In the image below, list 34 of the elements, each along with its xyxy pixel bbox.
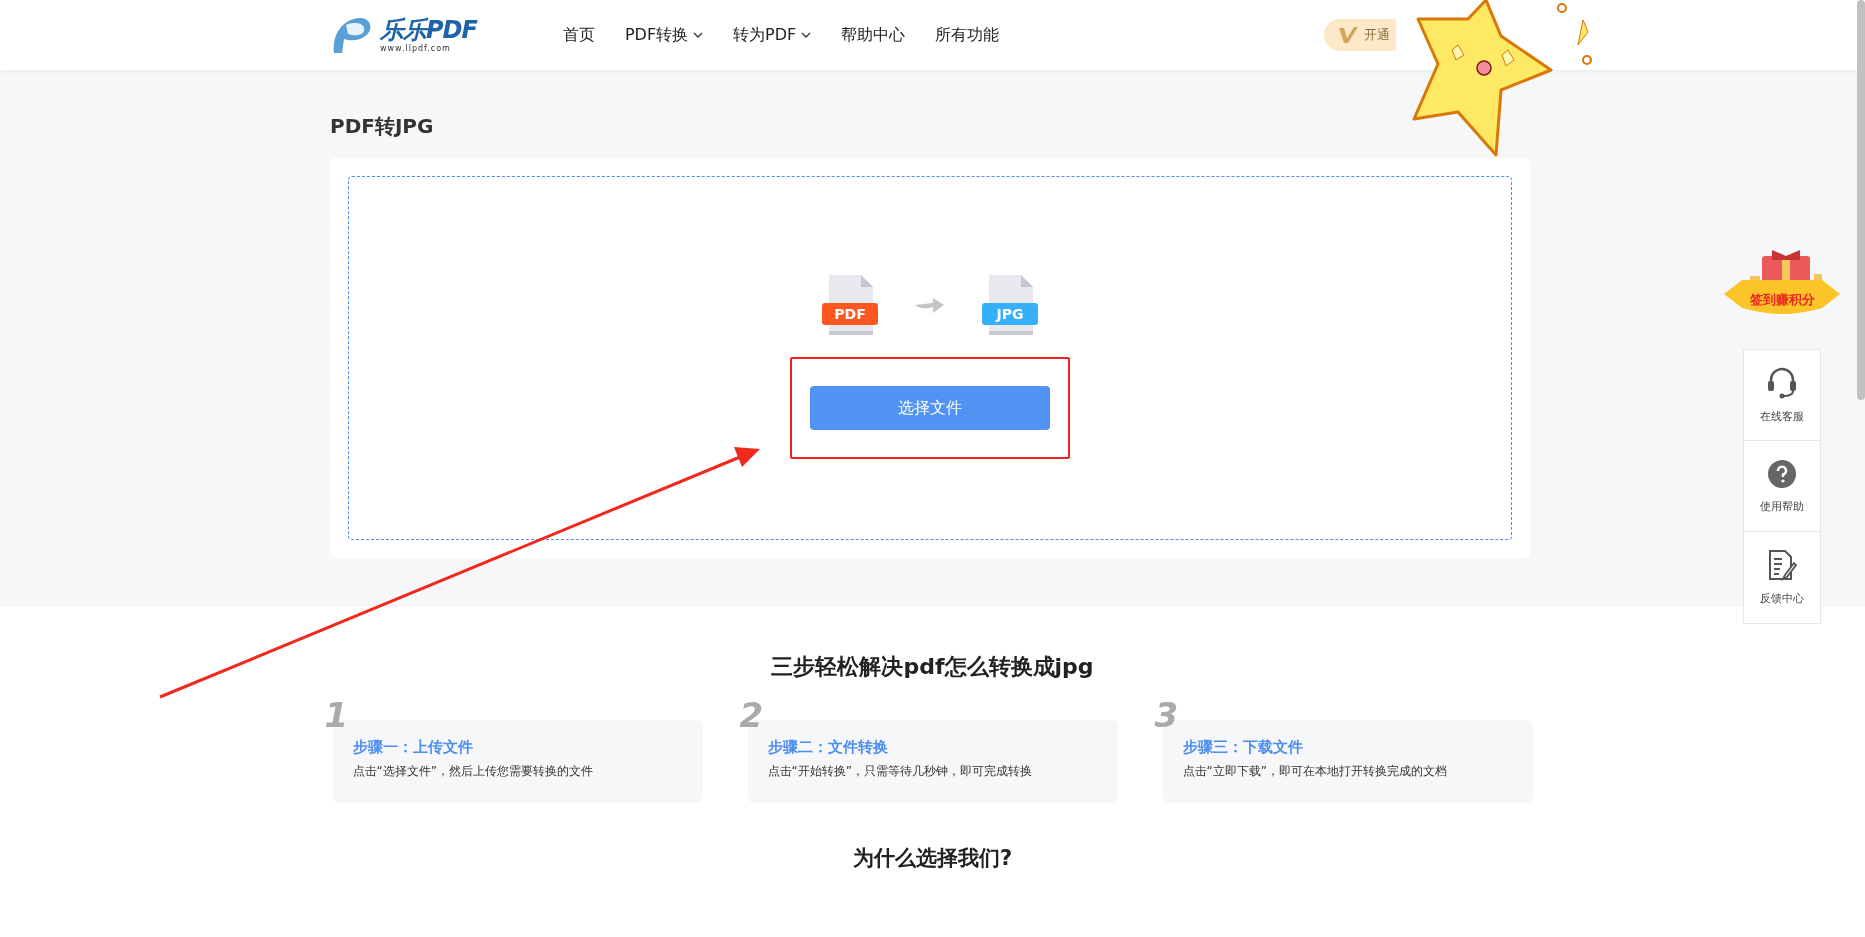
- nav-link[interactable]: 转为PDF: [733, 24, 812, 46]
- step-number: 2: [739, 698, 764, 732]
- side-tool-button[interactable]: 使用帮助: [1744, 441, 1820, 532]
- logo-url: www.llpdf.com: [380, 44, 452, 53]
- section-title: 三步轻松解决pdf怎么转换成jpg: [771, 653, 1094, 681]
- side-tool-label: 反馈中心: [1760, 591, 1804, 606]
- step-title: 步骤二：文件转换: [767, 738, 889, 757]
- vip-button[interactable]: 开通: [1324, 19, 1396, 51]
- chevron-down-icon: [693, 32, 704, 38]
- nav-link[interactable]: PDF转换: [624, 24, 704, 46]
- side-tool-label: 在线客服: [1760, 408, 1804, 424]
- headset-icon: [1767, 366, 1797, 399]
- chevron-down-icon: [801, 32, 812, 38]
- step-number: 3: [1154, 698, 1179, 732]
- nav-link[interactable]: 所有功能: [935, 24, 1000, 46]
- side-tool-button[interactable]: 反馈中心: [1744, 532, 1820, 623]
- section-title: 为什么选择我们?: [852, 845, 1013, 872]
- page-title: PDF转JPG: [330, 114, 435, 138]
- arrow-right-icon: [915, 298, 945, 314]
- step-title: 步骤一：上传文件: [352, 738, 474, 757]
- step-number: 1: [324, 698, 349, 732]
- step-description: 点击“选择文件”，然后上传您需要转换的文件: [352, 763, 594, 780]
- side-tool-label: 使用帮助: [1760, 498, 1804, 514]
- help-icon: [1767, 458, 1797, 489]
- step-description: 点击“开始转换”，只需等待几秒钟，即可完成转换: [767, 763, 1033, 780]
- side-tool-button[interactable]: 在线客服: [1744, 350, 1820, 441]
- document-edit-icon: [1767, 549, 1797, 581]
- nav-link[interactable]: 首页: [562, 24, 595, 46]
- vip-icon: [1338, 26, 1360, 44]
- step-description: 点击“立即下载”，即可在本地打开转换完成的文档: [1182, 763, 1448, 780]
- step-title: 步骤三：下载文件: [1182, 738, 1304, 757]
- scrollbar[interactable]: [1857, 0, 1865, 400]
- nav-link[interactable]: 帮助中心: [841, 24, 906, 46]
- logo-name: 乐乐PDF: [380, 17, 477, 42]
